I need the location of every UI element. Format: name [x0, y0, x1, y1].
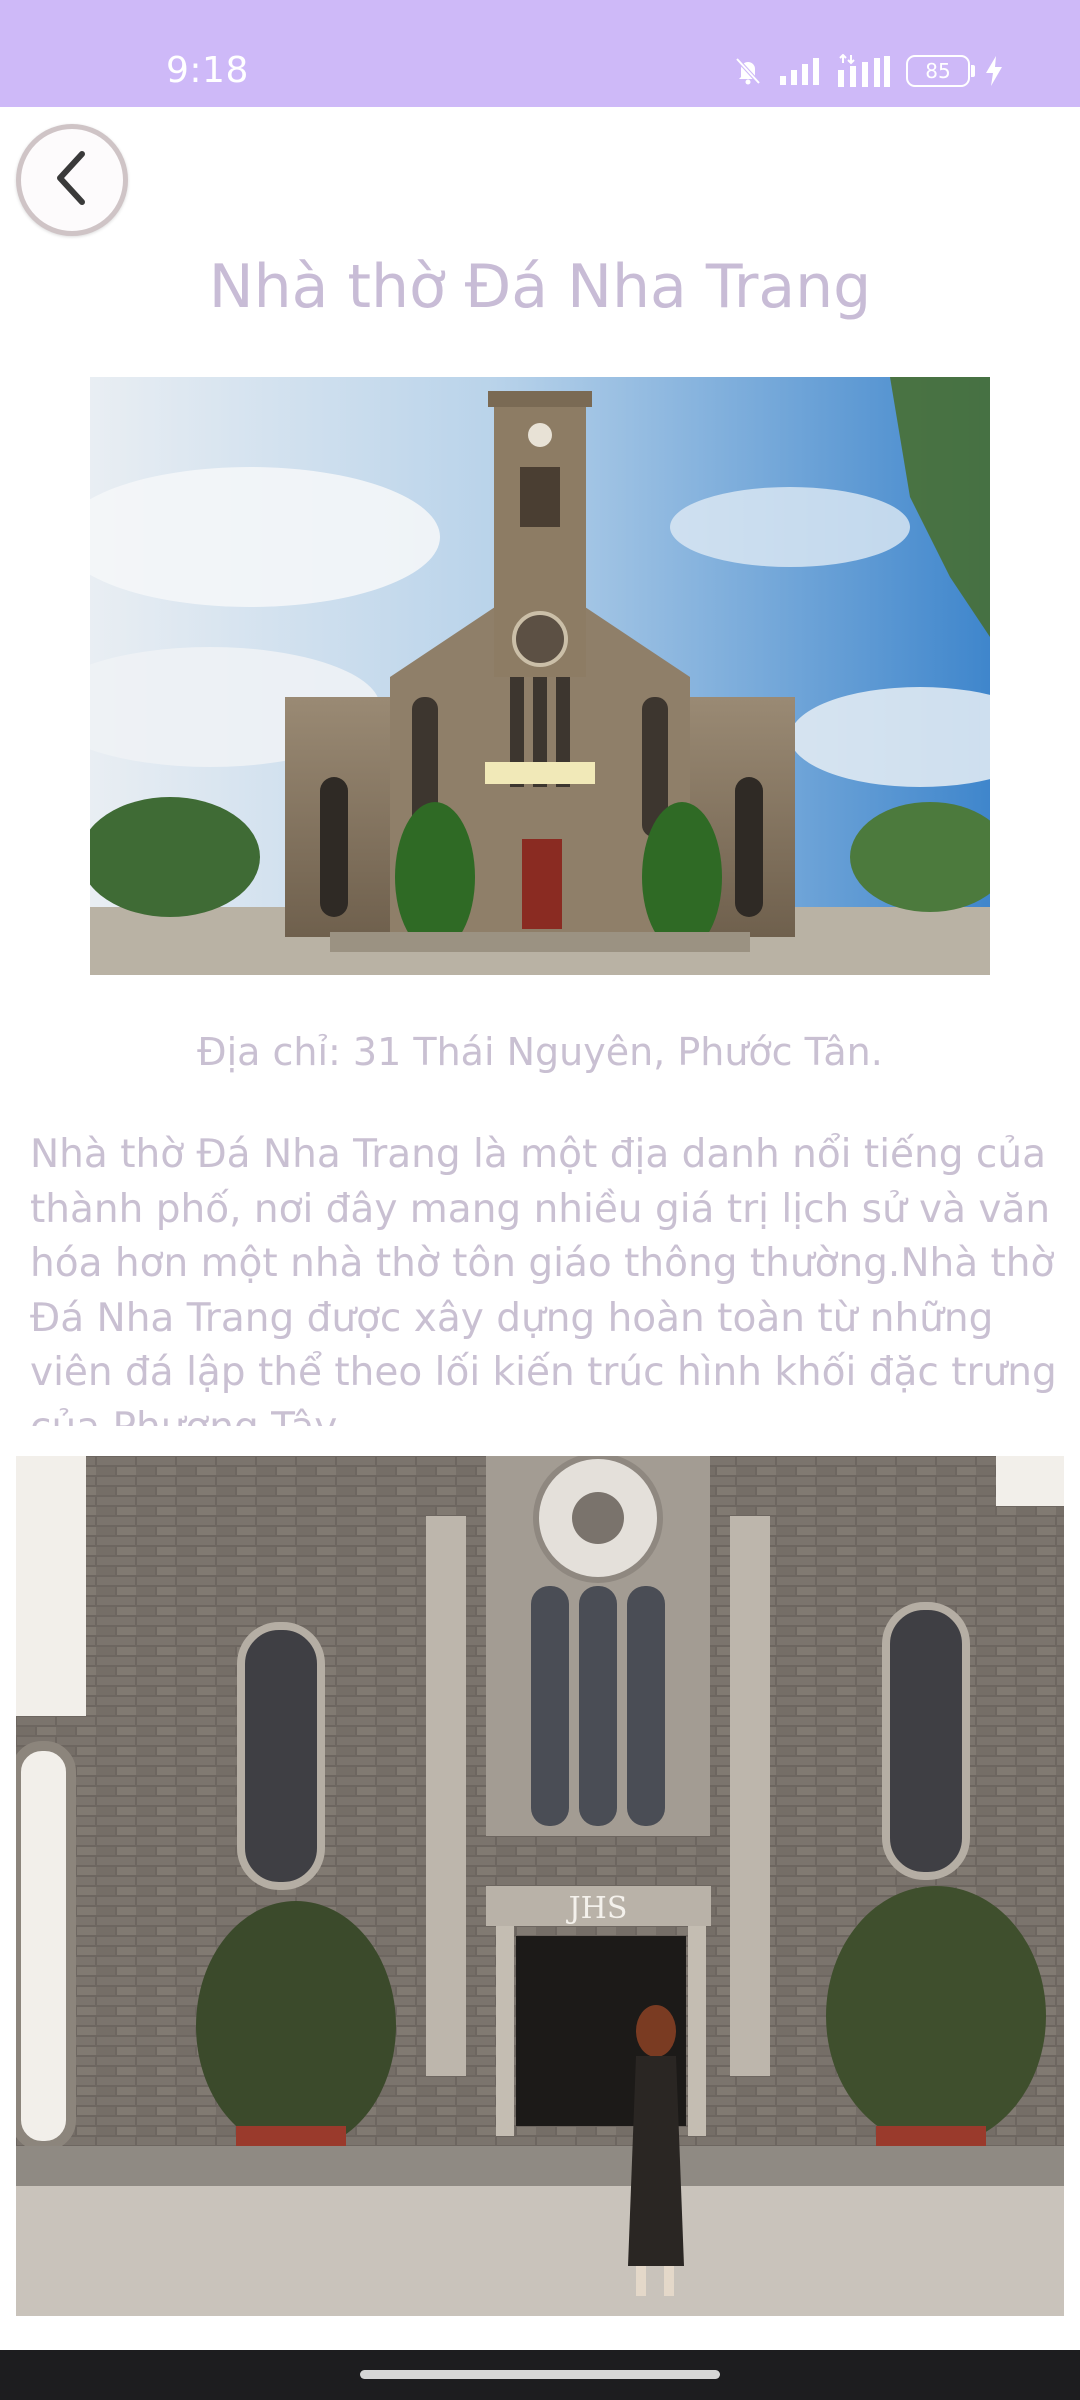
svg-text:JHS: JHS	[566, 1891, 628, 1926]
status-time: 9:18	[166, 50, 249, 91]
church-facade-image: JHS	[16, 1456, 1064, 2316]
signal-icon	[778, 56, 822, 86]
status-bar: 9:18 85	[0, 0, 1080, 107]
system-navigation-bar	[0, 2350, 1080, 2400]
battery-level: 85	[925, 59, 951, 83]
description-text: Nhà thờ Đá Nha Trang là một địa danh nổi…	[30, 1132, 1057, 1426]
charging-icon	[984, 55, 1004, 87]
address-text: Địa chỉ: 31 Thái Nguyên, Phước Tân.	[197, 1030, 883, 1074]
church-hero-image	[90, 377, 990, 975]
home-indicator[interactable]	[360, 2370, 720, 2379]
chevron-left-icon	[48, 148, 96, 213]
data-signal-icon	[836, 54, 892, 88]
status-icons: 85	[732, 54, 1004, 88]
mute-bell-icon	[732, 55, 764, 87]
battery-icon: 85	[906, 55, 975, 87]
page-title: Nhà thờ Đá Nha Trang	[208, 252, 872, 322]
back-button[interactable]	[16, 124, 128, 236]
